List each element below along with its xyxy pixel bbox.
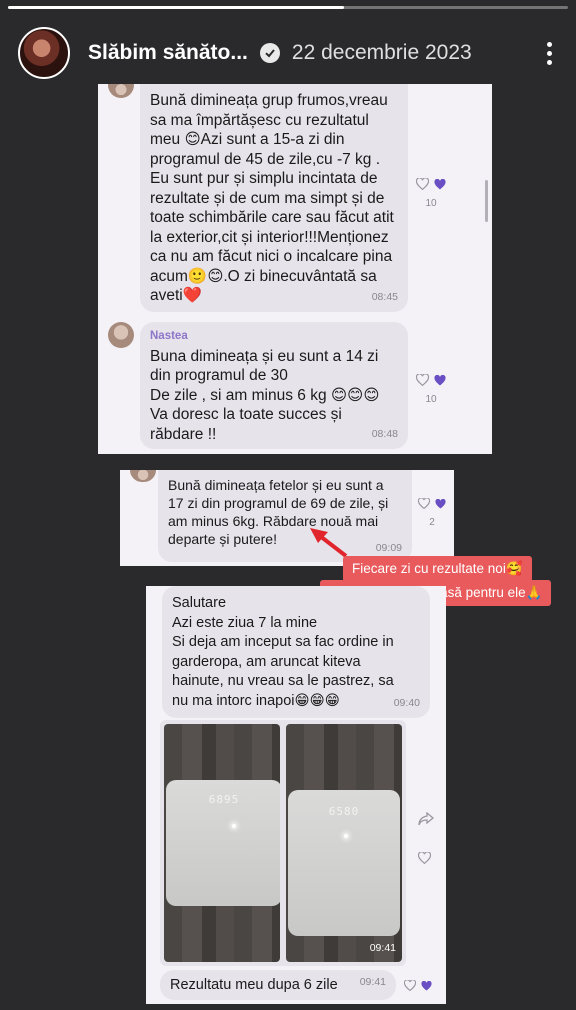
avatar[interactable] xyxy=(18,27,70,79)
sender-name[interactable]: Nastea xyxy=(150,327,398,347)
scale-device: 6580 xyxy=(288,790,400,936)
message-bubble: Nastea Buna dimineața și eu sunt a 14 zi… xyxy=(140,322,408,449)
heart-filled-icon xyxy=(434,178,446,189)
sender-avatar xyxy=(130,470,156,482)
message-bubble: Salutare Azi este ziua 7 la mine Si deja… xyxy=(162,586,430,718)
reaction-count: 2 xyxy=(429,517,435,528)
message-text: Buna dimineața și eu sunt a 14 zi din pr… xyxy=(150,347,380,443)
heart-outline-icon[interactable] xyxy=(416,178,429,190)
overlay-caption-1: Fiecare zi cu rezultate noi🥰 xyxy=(343,556,532,582)
scale-photo-1[interactable]: 6895 xyxy=(164,724,280,962)
message-text: Salutare Azi este ziua 7 la mine Si deja… xyxy=(172,595,394,709)
heart-outline-icon[interactable] xyxy=(404,980,416,991)
heart-outline-icon[interactable] xyxy=(418,852,431,864)
more-icon[interactable] xyxy=(541,36,558,71)
scrollbar[interactable] xyxy=(485,180,488,222)
share-icon[interactable] xyxy=(418,812,434,826)
heart-filled-icon xyxy=(421,980,432,991)
story-date: 22 decembrie 2023 xyxy=(291,41,472,64)
photo-message: 6895 6580 09:41 xyxy=(160,720,406,966)
story-container: Slăbim sănăto... 22 decembrie 2023 Bună … xyxy=(0,0,576,1010)
scale-photo-2[interactable]: 6580 09:41 xyxy=(286,724,402,962)
story-header: Slăbim sănăto... 22 decembrie 2023 xyxy=(0,20,576,86)
chat-screenshot-2: Bună dimineața fetelor și eu sunt a 17 z… xyxy=(120,470,454,566)
arrow-icon xyxy=(310,528,348,558)
message-time: 08:45 xyxy=(371,290,398,303)
message-reactions[interactable]: 10 xyxy=(416,178,446,209)
scale-light xyxy=(232,824,236,828)
message-bubble: Rezultatu meu dupa 6 zile 09:41 xyxy=(160,970,396,1000)
chat-screenshot-3: Salutare Azi este ziua 7 la mine Si deja… xyxy=(146,586,446,1004)
account-name[interactable]: Slăbim sănăto... xyxy=(88,41,248,65)
verified-icon xyxy=(259,43,280,63)
message-text: Rezultatu meu dupa 6 zile xyxy=(170,977,338,993)
message-reactions[interactable]: 10 xyxy=(416,374,446,405)
scale-light xyxy=(344,834,348,838)
message-time: 09:09 xyxy=(375,542,402,554)
message-bubble: Bună dimineața fetelor și eu sunt a 17 z… xyxy=(158,470,412,562)
reaction-count: 10 xyxy=(425,198,437,209)
scale-readout: 6895 xyxy=(208,793,240,806)
message-time: 08:48 xyxy=(371,427,398,440)
story-progress-fill xyxy=(8,6,344,9)
message-bubble: Bună dimineața grup frumos,vreau sa ma î… xyxy=(140,84,408,312)
message-reactions[interactable]: 2 xyxy=(418,498,446,528)
message-time: 09:41 xyxy=(359,975,386,988)
heart-outline-icon[interactable] xyxy=(416,374,429,386)
sender-avatar xyxy=(108,322,134,348)
scale-readout: 6580 xyxy=(328,805,360,818)
heart-filled-icon xyxy=(435,498,446,509)
heart-outline-icon[interactable] xyxy=(418,498,430,509)
reaction-count: 10 xyxy=(425,394,437,405)
message-text: Bună dimineața fetelor și eu sunt a 17 z… xyxy=(168,477,389,547)
message-text: Bună dimineața grup frumos,vreau sa ma î… xyxy=(150,92,394,304)
scale-device: 6895 xyxy=(166,780,280,906)
chat-screenshot-1: Bună dimineața grup frumos,vreau sa ma î… xyxy=(98,84,492,454)
photo-time: 09:41 xyxy=(369,941,396,954)
message-time: 09:40 xyxy=(393,696,420,709)
heart-filled-icon xyxy=(434,374,446,385)
story-progress-bar xyxy=(8,6,568,9)
message-reactions[interactable] xyxy=(404,980,432,991)
sender-avatar xyxy=(108,84,134,98)
